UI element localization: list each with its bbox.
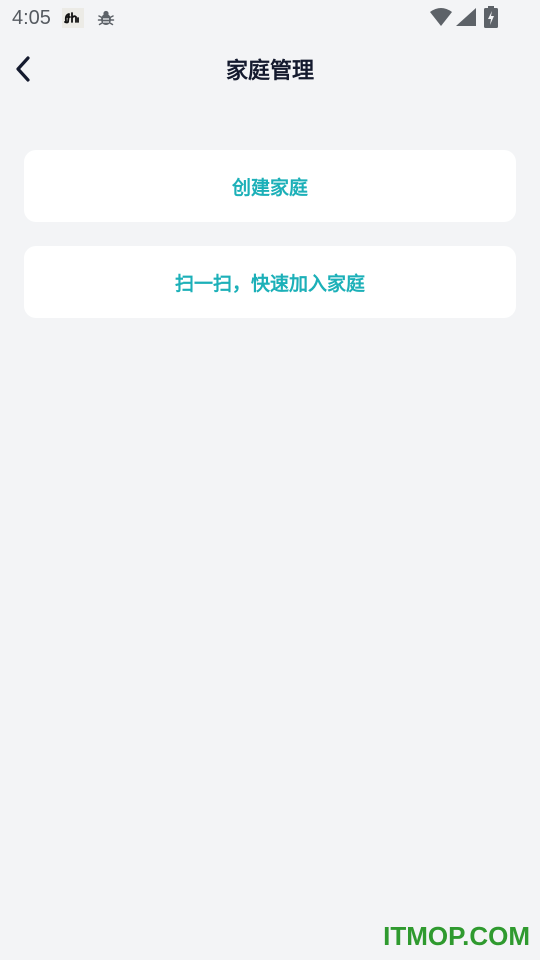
app-notification-icon [62,8,84,28]
signal-icon [456,8,476,26]
page-title: 家庭管理 [225,59,314,84]
screen: 4:05 家庭管理 创建家庭 扫一扫，快速加入家庭 ITMOP.COM [0,0,540,960]
status-time: 4:05 [12,7,51,29]
back-button[interactable] [6,52,40,90]
scan-join-family-button[interactable]: 扫一扫，快速加入家庭 [24,246,516,318]
battery-icon [484,6,498,28]
watermark: ITMOP.COM [383,921,530,951]
bug-icon [97,9,115,27]
status-bar: 4:05 [0,0,540,36]
create-family-button[interactable]: 创建家庭 [24,150,516,222]
chevron-left-icon [14,55,32,87]
scan-join-family-label: 扫一扫，快速加入家庭 [174,272,365,295]
wifi-icon [430,8,452,26]
create-family-label: 创建家庭 [231,176,308,199]
app-header: 家庭管理 [0,36,540,108]
